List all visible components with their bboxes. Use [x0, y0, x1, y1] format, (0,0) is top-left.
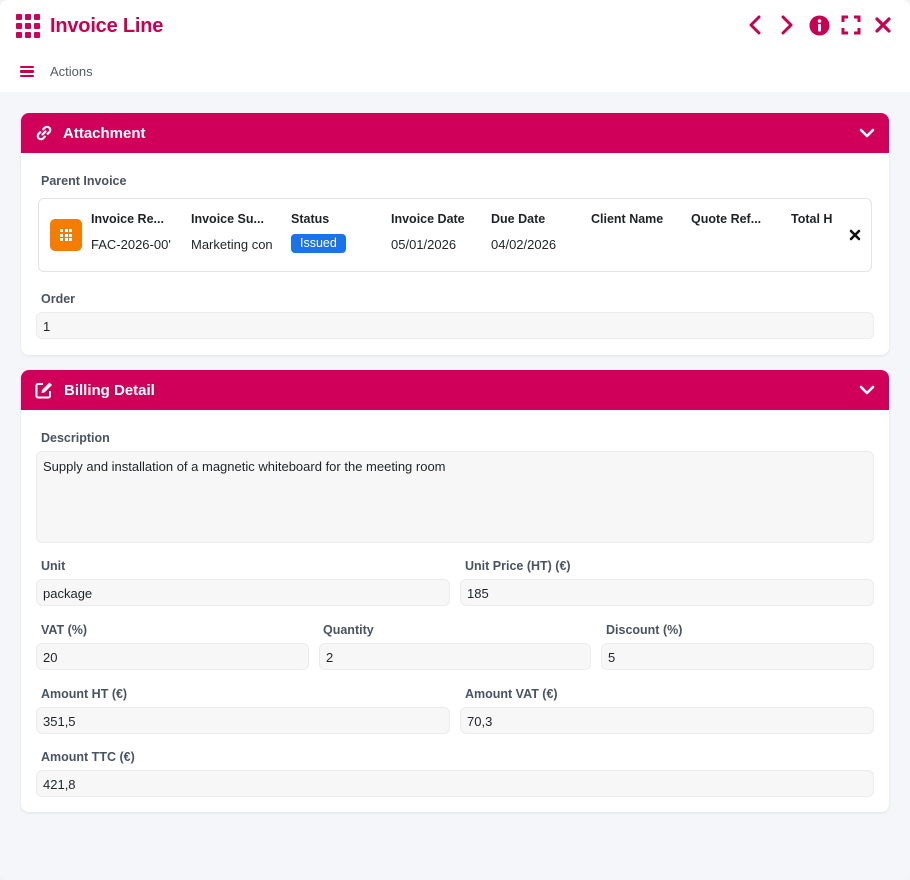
header: Invoice Line Actions	[0, 0, 910, 92]
invoice-column-client-name: Client Name	[591, 212, 681, 237]
column-header: Client Name	[591, 212, 664, 226]
info-icon	[809, 15, 829, 35]
attachment-panel-title: Attachment	[63, 124, 146, 142]
attachment-panel-header[interactable]: Attachment	[21, 113, 889, 153]
header-actions	[744, 14, 894, 36]
edit-icon	[35, 382, 52, 399]
column-header: Quote Ref...	[691, 212, 762, 226]
invoice-column-subject: Invoice Su... Marketing con	[191, 212, 277, 252]
fullscreen-icon	[841, 15, 861, 35]
parent-invoice-label: Parent Invoice	[41, 174, 127, 188]
status-badge: Issued	[291, 234, 346, 253]
column-value: 05/01/2026	[391, 237, 457, 252]
column-value: FAC-2026-00'	[91, 237, 171, 252]
order-label: Order	[41, 292, 76, 306]
chevron-down-icon	[859, 128, 875, 138]
vat-field[interactable]: 20	[36, 643, 309, 670]
invoice-column-quote-ref: Quote Ref...	[691, 212, 781, 237]
chevron-left-icon	[749, 15, 761, 35]
invoice-icon	[50, 219, 82, 251]
quantity-label: Quantity	[323, 623, 374, 637]
remove-invoice-button[interactable]	[847, 227, 863, 243]
chevron-right-icon	[781, 15, 793, 35]
discount-label: Discount (%)	[606, 623, 683, 637]
menu-icon	[20, 65, 34, 78]
column-header: Invoice Date	[391, 212, 465, 226]
unit-label: Unit	[41, 559, 66, 573]
apps-grid-icon	[16, 14, 40, 38]
description-label: Description	[41, 431, 110, 445]
billing-detail-panel-header[interactable]: Billing Detail	[21, 370, 889, 410]
parent-invoice-card[interactable]: Invoice Re... FAC-2026-00' Invoice Su...…	[38, 198, 872, 272]
column-header: Due Date	[491, 212, 546, 226]
invoice-column-total: Total H	[791, 212, 837, 237]
fullscreen-button[interactable]	[840, 14, 862, 36]
previous-record-button[interactable]	[744, 14, 766, 36]
page-title: Invoice Line	[50, 14, 164, 37]
amount-ttc-label: Amount TTC (€)	[41, 750, 135, 764]
order-field[interactable]: 1	[36, 312, 874, 339]
amount-ht-field: 351,5	[36, 707, 450, 734]
actions-label: Actions	[50, 64, 93, 79]
amount-ht-label: Amount HT (€)	[41, 687, 128, 701]
info-button[interactable]	[808, 14, 830, 36]
discount-field[interactable]: 5	[601, 643, 874, 670]
unit-field[interactable]: package	[36, 579, 450, 606]
chevron-down-icon	[859, 385, 875, 395]
quantity-field[interactable]: 2	[319, 643, 591, 670]
close-icon	[875, 17, 891, 33]
billing-detail-panel-title: Billing Detail	[64, 381, 155, 399]
description-field[interactable]: Supply and installation of a magnetic wh…	[36, 451, 874, 543]
column-header: Total H	[791, 212, 833, 226]
close-button[interactable]	[872, 14, 894, 36]
link-icon	[36, 125, 52, 141]
amount-vat-field: 70,3	[460, 707, 874, 734]
invoice-line-window: Invoice Line Actions Attachment Parent I…	[0, 0, 910, 880]
column-header: Invoice Re...	[91, 212, 164, 226]
column-value: 04/02/2026	[491, 237, 557, 252]
attachment-panel: Attachment Parent Invoice Invoice Re... …	[21, 113, 889, 355]
column-header: Invoice Su...	[191, 212, 264, 226]
amount-ttc-field: 421,8	[36, 770, 874, 797]
unit-price-label: Unit Price (HT) (€)	[465, 559, 571, 573]
actions-menu[interactable]: Actions	[20, 64, 93, 79]
close-icon	[849, 229, 861, 241]
column-header: Status	[291, 212, 330, 226]
invoice-column-reference: Invoice Re... FAC-2026-00'	[91, 212, 175, 252]
column-value: Marketing con	[191, 237, 273, 252]
unit-price-field[interactable]: 185	[460, 579, 874, 606]
invoice-column-invoice-date: Invoice Date 05/01/2026	[391, 212, 481, 252]
invoice-column-status: Status Issued	[291, 212, 381, 253]
vat-label: VAT (%)	[41, 623, 88, 637]
title-row: Invoice Line	[16, 12, 163, 40]
amount-vat-label: Amount VAT (€)	[465, 687, 558, 701]
invoice-column-due-date: Due Date 04/02/2026	[491, 212, 581, 252]
next-record-button[interactable]	[776, 14, 798, 36]
billing-detail-panel: Billing Detail Description Supply and in…	[21, 370, 889, 812]
